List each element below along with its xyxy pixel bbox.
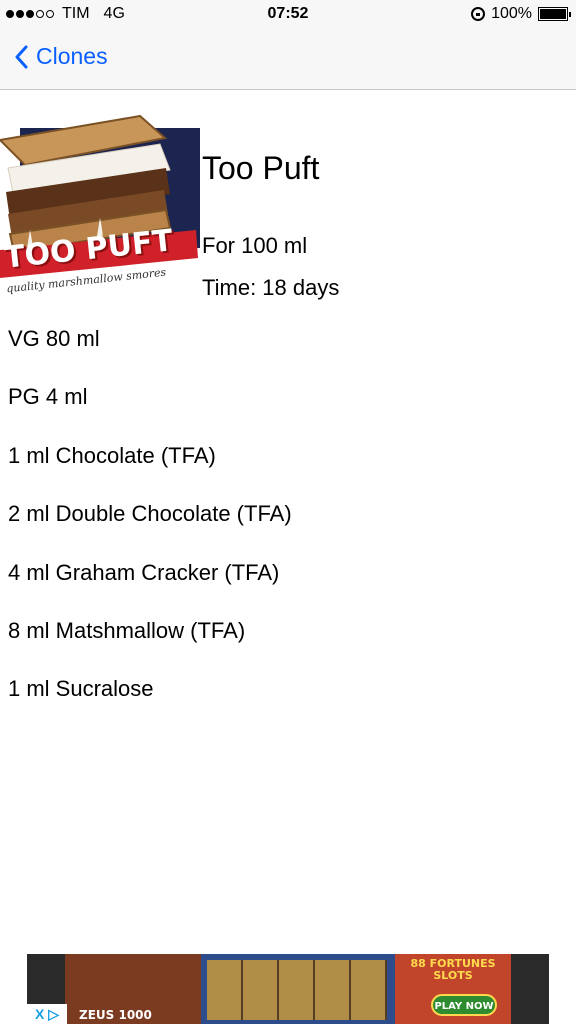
status-right: 100% — [471, 5, 571, 23]
ingredient-item: 1 ml Chocolate (TFA) — [8, 443, 216, 468]
ad-reels-image — [207, 960, 387, 1020]
navigation-bar: Clones — [0, 30, 576, 90]
battery-icon — [538, 7, 571, 21]
battery-percent: 100% — [491, 5, 532, 22]
ingredient-item: 4 ml Graham Cracker (TFA) — [8, 560, 280, 585]
ad-play-button[interactable]: PLAY NOW — [431, 994, 497, 1016]
chevron-left-icon — [15, 45, 28, 68]
recipe-title: Too Puft — [202, 150, 320, 186]
status-bar: TIM 4G 07:52 100% — [0, 0, 576, 30]
ingredient-item: PG 4 ml — [8, 384, 88, 409]
back-button-label: Clones — [36, 43, 108, 69]
ingredient-item: 2 ml Double Chocolate (TFA) — [8, 501, 292, 526]
ingredient-item: VG 80 ml — [8, 326, 100, 351]
ingredient-item: 1 ml Sucralose — [8, 676, 154, 701]
recipe-amount: For 100 ml — [202, 233, 308, 258]
ad-left-text: ZEUS 1000 — [79, 1008, 152, 1022]
ad-right-title: 88 FORTUNES SLOTS — [410, 957, 496, 982]
rotation-lock-icon — [471, 7, 486, 21]
recipe-time: Time: 18 days — [202, 275, 340, 300]
recipe-logo-image: TOO PUFT quality marshmallow smores — [0, 110, 200, 300]
adchoices-icon[interactable]: X ▷ — [27, 1004, 67, 1024]
back-button[interactable]: Clones — [14, 43, 108, 70]
ingredient-item: 8 ml Matshmallow (TFA) — [8, 618, 246, 643]
ad-banner[interactable]: ZEUS 1000 88 FORTUNES SLOTS PLAY NOW X ▷ — [27, 954, 549, 1024]
